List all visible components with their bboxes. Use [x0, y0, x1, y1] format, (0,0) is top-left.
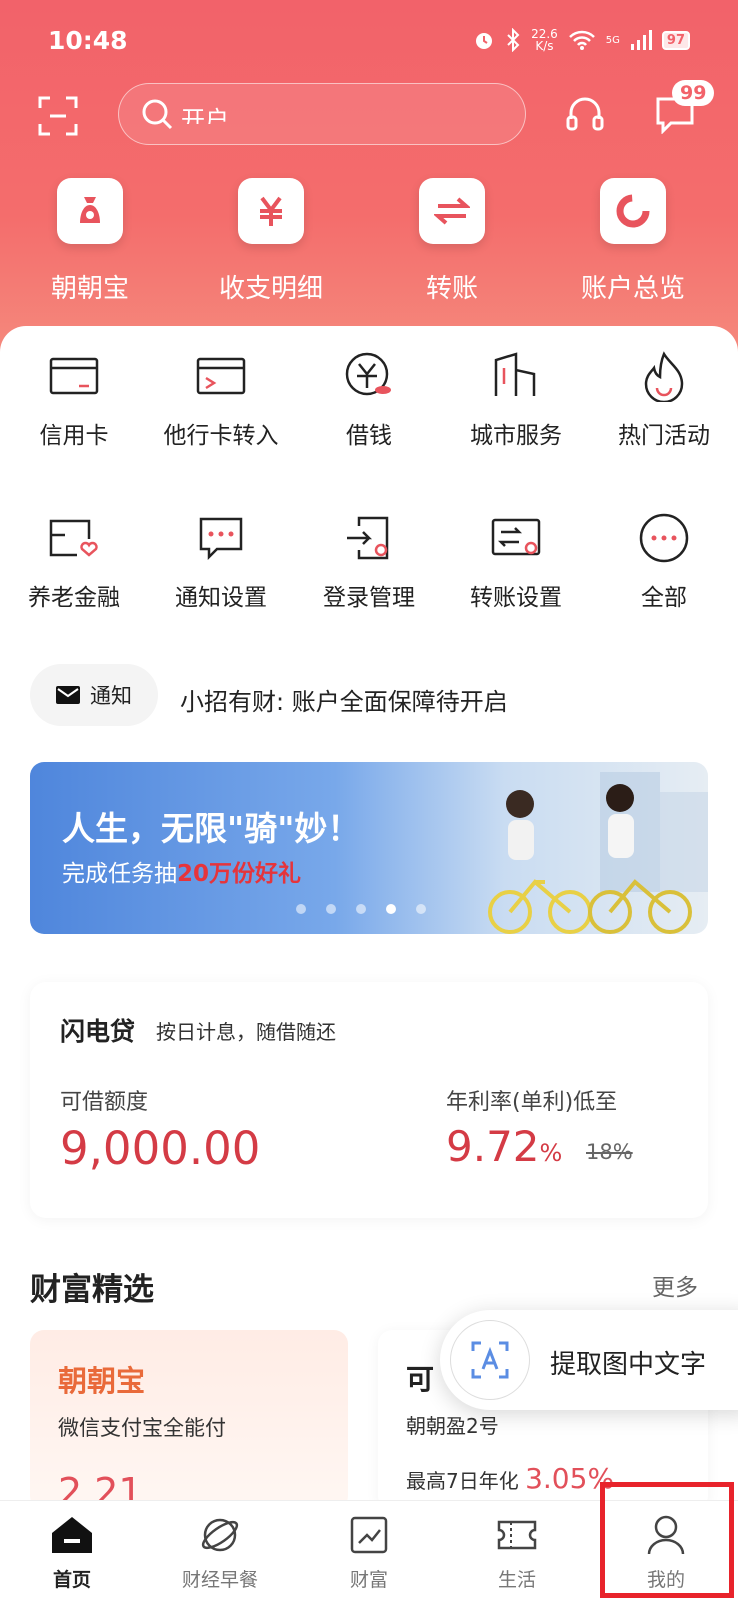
scan-icon[interactable] — [38, 96, 78, 136]
promo-banner[interactable]: 人生，无限"骑"妙！ 完成任务抽20万份好礼 — [30, 762, 708, 934]
service-borrow[interactable]: 借钱 — [295, 348, 443, 450]
city-building-icon — [488, 348, 544, 404]
quick-action-overview[interactable]: 账户总览 — [563, 178, 703, 305]
trend-chart-icon — [309, 1513, 429, 1557]
message-badge: 99 — [672, 80, 715, 106]
notice-text[interactable]: 小招有财: 账户全面保障待开启 — [180, 682, 508, 717]
search-icon — [142, 99, 173, 130]
headset-icon[interactable] — [565, 95, 605, 135]
tab-life[interactable]: 生活 — [457, 1513, 577, 1592]
product-desc: 朝朝盈2号 — [406, 1414, 499, 1438]
extract-text-button[interactable]: 提取图中文字 — [440, 1310, 738, 1410]
more-dots-icon — [636, 510, 692, 566]
banner-title: 人生，无限"骑"妙！ — [62, 809, 361, 848]
search-bar[interactable]: 开户 — [118, 83, 526, 145]
loan-limit-label: 可借额度 — [60, 1090, 149, 1115]
pension-card-icon — [46, 510, 102, 566]
home-icon — [12, 1513, 132, 1557]
credit-card-icon — [46, 348, 102, 404]
login-gear-icon — [341, 510, 397, 566]
ticket-icon — [457, 1513, 577, 1557]
net-speed: 22.6 K/s — [531, 27, 558, 53]
loan-rate-value: 9.72% — [446, 1122, 563, 1171]
flame-icon — [636, 348, 692, 404]
status-icons: 22.6 K/s 5G 97 — [473, 28, 690, 52]
notice-tag[interactable]: 通知 — [30, 664, 158, 726]
yuan-coin-icon — [341, 348, 397, 404]
service-login-management[interactable]: 登录管理 — [295, 510, 443, 612]
quick-action-transfer[interactable]: 转账 — [382, 178, 522, 305]
quick-action-transactions[interactable]: 收支明细 — [201, 178, 341, 305]
banner-dot[interactable] — [326, 904, 336, 914]
product-card-zhaozhaobao[interactable]: 朝朝宝 微信支付宝全能付 2.21 — [30, 1330, 348, 1510]
loan-subtitle: 按日计息，随借随还 — [156, 1020, 336, 1044]
service-hot-events[interactable]: 热门活动 — [590, 348, 738, 450]
signal-tag: 5G — [605, 34, 620, 46]
wealth-section-title: 财富精选 — [30, 1272, 154, 1308]
wealth-more-link[interactable]: 更多 — [652, 1268, 698, 1302]
product-desc: 微信支付宝全能付 — [58, 1416, 226, 1440]
service-card-transfer-in[interactable]: 他行卡转入 — [147, 348, 295, 450]
ring-chart-icon — [600, 178, 666, 244]
product-rate: 最高7日年化 3.05% — [406, 1462, 615, 1495]
wifi-icon — [568, 30, 595, 50]
banner-pagination — [296, 904, 426, 914]
service-city[interactable]: 城市服务 — [442, 348, 590, 450]
mail-icon — [56, 686, 80, 704]
loan-old-rate: 18% — [586, 1140, 633, 1164]
planet-icon — [160, 1513, 280, 1557]
transfer-arrows-icon — [419, 178, 485, 244]
search-placeholder: 开户 — [181, 106, 229, 124]
tab-home[interactable]: 首页 — [12, 1513, 132, 1592]
service-transfer-settings[interactable]: 转账设置 — [442, 510, 590, 612]
service-notification-settings[interactable]: 通知设置 — [147, 510, 295, 612]
battery-icon: 97 — [661, 30, 690, 50]
loan-title: 闪电贷 — [60, 1017, 136, 1046]
text-scan-icon — [450, 1320, 530, 1400]
banner-dot[interactable] — [356, 904, 366, 914]
yuan-icon — [238, 178, 304, 244]
loan-card[interactable]: 闪电贷 按日计息，随借随还 可借额度 9,000.00 年利率(单利)低至 9.… — [30, 982, 708, 1218]
tab-finance-breakfast[interactable]: 财经早餐 — [160, 1513, 280, 1592]
banner-subtitle: 完成任务抽20万份好礼 — [62, 861, 302, 887]
service-credit-card[interactable]: 信用卡 — [0, 348, 148, 450]
bluetooth-icon — [507, 28, 520, 52]
loan-rate-label: 年利率(单利)低至 — [446, 1090, 618, 1115]
status-bar: 10:48 22.6 K/s 5G 97 — [0, 22, 738, 62]
service-all[interactable]: 全部 — [590, 510, 738, 612]
chat-dots-icon — [193, 510, 249, 566]
tab-wealth[interactable]: 财富 — [309, 1513, 429, 1592]
highlight-annotation-box — [600, 1482, 734, 1598]
quick-action-zhaozhaobao[interactable]: 朝朝宝 — [20, 178, 160, 305]
status-time: 10:48 — [48, 26, 128, 55]
service-pension[interactable]: 养老金融 — [0, 510, 148, 612]
banner-dot-active[interactable] — [386, 904, 396, 914]
loan-limit-value: 9,000.00 — [60, 1122, 261, 1175]
signal-icon — [630, 30, 652, 50]
card-transfer-in-icon — [193, 348, 249, 404]
transfer-gear-icon — [488, 510, 544, 566]
quick-actions: 朝朝宝 收支明细 转账 账户总览 — [0, 178, 738, 308]
banner-dot[interactable] — [416, 904, 426, 914]
product-name: 朝朝宝 — [58, 1364, 146, 1398]
product-name: 可 — [406, 1363, 435, 1396]
cyclists-illustration — [488, 772, 708, 934]
banner-dot[interactable] — [296, 904, 306, 914]
alarm-icon — [476, 33, 493, 49]
money-bag-icon — [57, 178, 123, 244]
extract-text-label: 提取图中文字 — [550, 1350, 707, 1380]
